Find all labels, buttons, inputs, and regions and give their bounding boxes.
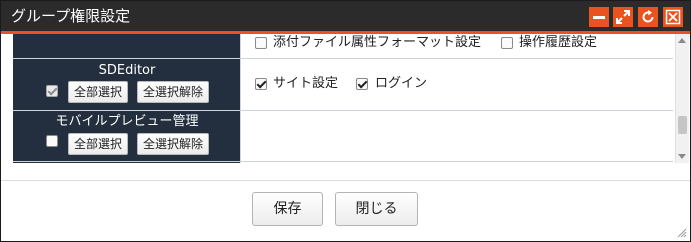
deselect-all-button[interactable]: 全選択解除 [137, 133, 209, 155]
permission-row: 添付ファイル属性フォーマット設定 操作履歴設定 [13, 34, 673, 58]
option-label: サイト設定 [273, 76, 339, 91]
section-label-cell: SDEditor 全部選択 全選択解除 [13, 59, 241, 110]
section-title: SDEditor [98, 63, 156, 78]
options-cell: 添付ファイル属性フォーマット設定 操作履歴設定 [241, 34, 673, 58]
close-icon[interactable] [663, 7, 683, 27]
select-all-button[interactable]: 全部選択 [68, 133, 128, 155]
checkbox-attachment-format[interactable] [255, 37, 267, 49]
checkbox-operation-history[interactable] [501, 37, 513, 49]
scrollbar-thumb[interactable] [678, 116, 687, 134]
checkbox-login[interactable] [356, 78, 368, 90]
section-title: モバイルプレビュー管理 [55, 114, 199, 129]
select-all-button[interactable]: 全部選択 [68, 81, 128, 103]
permission-table: 添付ファイル属性フォーマット設定 操作履歴設定 SDEditor 全部選択 全選… [13, 34, 673, 163]
scroll-up-icon[interactable] [678, 38, 686, 43]
vertical-scrollbar[interactable] [675, 34, 689, 163]
deselect-all-button[interactable]: 全選択解除 [137, 81, 209, 103]
minimize-icon[interactable] [589, 7, 609, 27]
save-button[interactable]: 保存 [252, 192, 323, 226]
options-cell [241, 111, 673, 163]
option-label: 操作履歴設定 [519, 35, 598, 50]
permission-row: モバイルプレビュー管理 全部選択 全選択解除 [13, 111, 673, 163]
resize-grip-icon[interactable] [677, 228, 687, 238]
refresh-icon[interactable] [638, 7, 658, 27]
close-button[interactable]: 閉じる [335, 192, 418, 226]
dialog-titlebar[interactable]: グループ権限設定 [1, 1, 690, 34]
dialog-title: グループ権限設定 [11, 7, 131, 25]
group-permission-dialog: グループ権限設定 添付ファイル属性フォーマット設定 操作履歴設定 SDEdito… [0, 0, 691, 242]
option-label: ログイン [375, 76, 428, 91]
option-label: 添付ファイル属性フォーマット設定 [273, 35, 482, 50]
options-cell: サイト設定 ログイン [241, 59, 673, 110]
checkbox-site-settings[interactable] [255, 78, 267, 90]
section-label-cell: モバイルプレビュー管理 全部選択 全選択解除 [13, 111, 241, 163]
section-label-cell [13, 34, 241, 58]
footer-divider [1, 180, 690, 181]
section-checkbox[interactable] [46, 85, 58, 97]
section-checkbox[interactable] [46, 135, 58, 147]
permission-row: SDEditor 全部選択 全選択解除 サイト設定 ログイン [13, 59, 673, 110]
row-divider [13, 161, 673, 162]
maximize-icon[interactable] [613, 7, 633, 27]
scroll-down-icon[interactable] [678, 154, 686, 159]
